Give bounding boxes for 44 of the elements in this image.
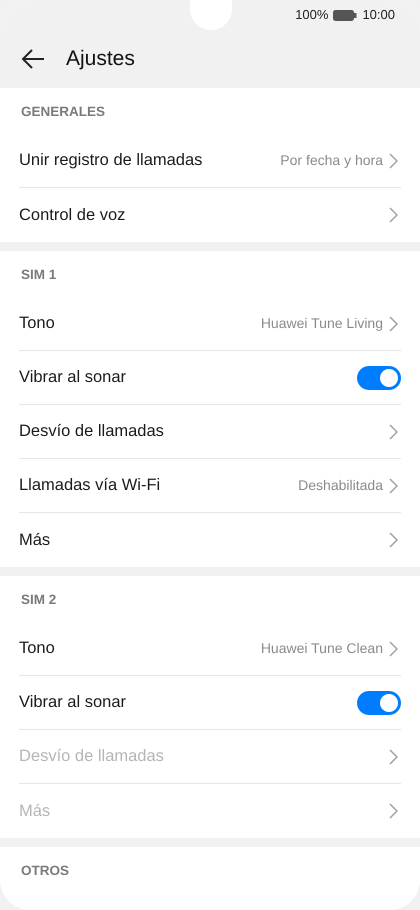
chevron-right-icon	[389, 478, 398, 494]
row-label: Tono	[19, 313, 56, 334]
settings-row[interactable]: Llamadas vía Wi-Fi Deshabilitada	[19, 459, 401, 513]
row-value: Huawei Tune Clean	[260, 639, 383, 658]
status-time: 10:00	[362, 6, 395, 24]
section-header: SIM 1	[21, 266, 56, 284]
settings-row[interactable]: Vibrar al sonar	[19, 676, 401, 730]
chevron-right-icon	[389, 152, 398, 168]
page-title: Ajustes	[66, 46, 135, 72]
row-label: Vibrar al sonar	[19, 692, 128, 714]
settings-row[interactable]: Tono Huawei Tune Clean	[19, 622, 401, 676]
row-label: Más	[19, 530, 52, 551]
settings-row[interactable]: Vibrar al sonar	[19, 351, 401, 405]
chevron-right-icon	[389, 424, 398, 440]
toggle-switch[interactable]	[357, 366, 401, 390]
chevron-right-icon	[389, 316, 398, 332]
battery-icon	[333, 10, 358, 20]
battery-percent: 100%	[295, 6, 328, 24]
chevron-right-icon	[389, 640, 398, 656]
row-label: Vibrar al sonar	[19, 367, 128, 388]
chevron-right-icon	[389, 207, 398, 223]
settings-row[interactable]: Más	[19, 513, 401, 567]
row-label: Desvío de llamadas	[19, 746, 165, 768]
row-value: Huawei Tune Living	[260, 314, 383, 333]
settings-row[interactable]: Unir registro de llamadas Por fecha y hora	[19, 134, 401, 188]
chevron-right-icon	[389, 532, 398, 548]
row-label: Tono	[19, 638, 56, 660]
row-label: Desvío de llamadas	[19, 421, 165, 442]
row-value: Por fecha y hora	[280, 151, 383, 170]
toggle-switch[interactable]	[357, 690, 401, 714]
settings-row[interactable]: Control de voz	[19, 188, 401, 242]
row-label: Unir registro de llamadas	[19, 150, 204, 172]
row-label: Más	[19, 800, 52, 822]
settings-row[interactable]: Desvío de llamadas	[19, 405, 401, 459]
chevron-right-icon	[389, 748, 398, 764]
row-label: Control de voz	[19, 204, 126, 226]
section-header: OTROS	[21, 862, 70, 880]
chevron-right-icon	[389, 803, 398, 819]
settings-row[interactable]: Tono Huawei Tune Living	[19, 297, 401, 351]
row-label: Llamadas vía Wi-Fi	[19, 475, 162, 496]
row-value: Deshabilitada	[298, 476, 383, 495]
section-header: GENERALES	[21, 102, 106, 121]
back-arrow-icon	[21, 49, 45, 69]
section-header: SIM 2	[21, 590, 56, 609]
